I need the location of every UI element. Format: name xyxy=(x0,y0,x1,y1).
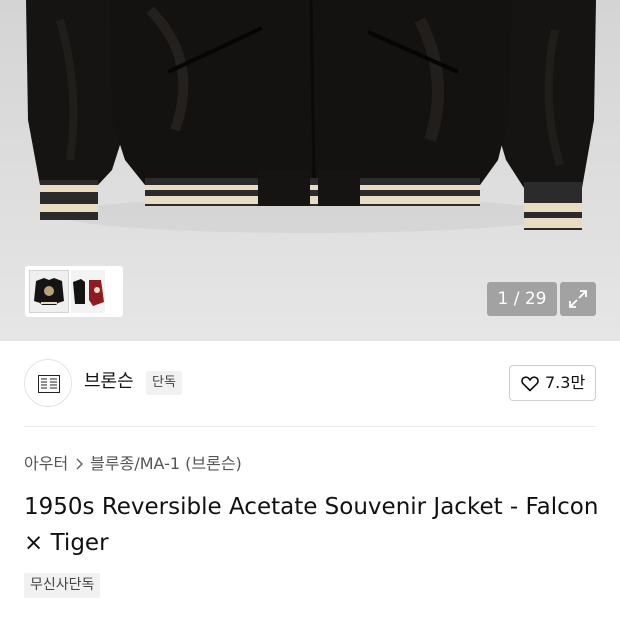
exclusive-badge: 단독 xyxy=(146,371,182,395)
like-button[interactable]: 7.3만 xyxy=(509,365,596,401)
image-counter: 1 / 29 xyxy=(487,282,557,316)
breadcrumb: 아우터 블루종/MA-1 (브론슨) xyxy=(24,451,242,477)
breadcrumb-item-blouson[interactable]: 블루종/MA-1 (브론슨) xyxy=(90,451,242,477)
like-count: 7.3만 xyxy=(545,373,586,392)
product-title: 1950s Reversible Acetate Souvenir Jacket… xyxy=(24,494,599,556)
brand-logo-icon[interactable] xyxy=(24,359,72,407)
expand-icon[interactable] xyxy=(560,282,596,316)
musinsa-exclusive-tag: 무신사단독 xyxy=(24,573,101,598)
brand-row: 브론슨 단독 7.3만 xyxy=(0,341,620,426)
jacket-front-thumbnail[interactable] xyxy=(29,270,69,313)
thumbnail-strip[interactable] xyxy=(25,266,123,317)
chevron-right-icon xyxy=(68,451,90,477)
jacket-reverse-thumbnail[interactable] xyxy=(71,270,105,313)
product-image-gallery[interactable]: 1 / 29 xyxy=(0,0,620,341)
breadcrumb-item-outer[interactable]: 아우터 xyxy=(24,451,68,477)
brand-name[interactable]: 브론슨 xyxy=(84,370,134,394)
section-divider xyxy=(24,426,596,427)
heart-outline-icon xyxy=(521,376,539,392)
